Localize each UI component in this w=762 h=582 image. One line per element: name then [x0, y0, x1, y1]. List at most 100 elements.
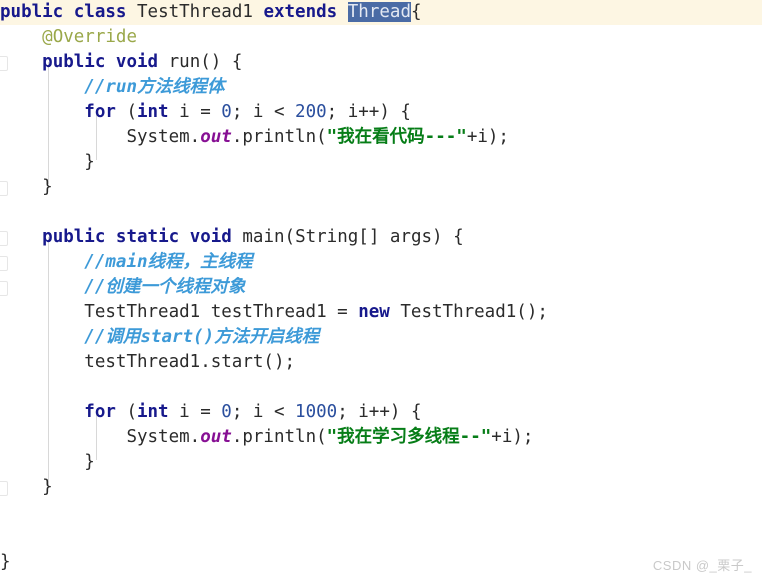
code-token-plain: System.: [126, 127, 201, 147]
code-line[interactable]: System.out.println("我在看代码---"+i);: [0, 125, 762, 150]
code-editor[interactable]: public class TestThread1 extends Thread{…: [0, 0, 762, 582]
code-token-plain: +i);: [491, 427, 534, 447]
code-token-num: 200: [295, 102, 327, 122]
code-token-cmt: //main线程，主线程: [84, 252, 253, 272]
code-line[interactable]: //调用start()方法开启线程: [0, 325, 762, 350]
code-token-plain: i =: [168, 402, 222, 422]
code-token-kw: for: [84, 402, 116, 422]
code-line[interactable]: System.out.println("我在学习多线程--"+i);: [0, 425, 762, 450]
code-token-plain: }: [84, 152, 95, 172]
code-token-ind: [0, 427, 126, 447]
code-token-ident: TestThread1: [137, 2, 253, 22]
code-line[interactable]: //创建一个线程对象: [0, 275, 762, 300]
code-token-ind: [0, 227, 42, 247]
code-token-plain: }: [42, 177, 53, 197]
code-token-ind: [0, 252, 84, 272]
code-line[interactable]: //main线程，主线程: [0, 250, 762, 275]
code-line[interactable]: for (int i = 0; i < 200; i++) {: [0, 100, 762, 125]
code-token-cmt: //调用start()方法开启线程: [84, 327, 320, 347]
code-line[interactable]: TestThread1 testThread1 = new TestThread…: [0, 300, 762, 325]
code-token-plain: run() {: [168, 52, 243, 72]
code-token-kw: class: [73, 2, 127, 22]
code-token-kw: static: [115, 227, 180, 247]
code-token-ind: [0, 52, 42, 72]
code-token-kw: void: [115, 52, 159, 72]
code-token-num: 1000: [295, 402, 338, 422]
code-token-plain: .println(: [231, 127, 327, 147]
code-token-cmt: //run方法线程体: [84, 77, 225, 97]
code-token-kw: extends: [263, 2, 338, 22]
code-line[interactable]: [0, 500, 762, 525]
code-token-plain: ; i++) {: [326, 102, 411, 122]
code-token-ind: [0, 102, 84, 122]
code-token-plain: .println(: [231, 427, 327, 447]
code-token-ind: [0, 327, 84, 347]
code-line[interactable]: [0, 200, 762, 225]
code-line[interactable]: public class TestThread1 extends Thread{: [0, 0, 762, 25]
code-token-anno: @Override: [42, 27, 137, 47]
code-token-plain: ; i <: [231, 102, 296, 122]
code-token-plain: {: [410, 2, 422, 22]
csdn-watermark: CSDN @_栗子_: [652, 558, 752, 573]
code-token-kw: public: [0, 2, 64, 22]
code-token-plain: +i);: [466, 127, 509, 147]
code-token-plain: ; i <: [231, 402, 296, 422]
code-line[interactable]: public static void main(String[] args) {: [0, 225, 762, 250]
code-token-cmt: //创建一个线程对象: [84, 277, 246, 297]
code-token-plain: testThread1.start();: [84, 352, 296, 372]
code-line[interactable]: }: [0, 175, 762, 200]
code-line[interactable]: }: [0, 475, 762, 500]
code-line[interactable]: public void run() {: [0, 50, 762, 75]
code-token-kw: int: [136, 102, 169, 122]
code-token-str: "我在看代码---": [326, 127, 467, 147]
code-token-num: 0: [221, 102, 232, 122]
code-token-ind: [0, 302, 84, 322]
code-token-ind: [0, 77, 84, 97]
code-token-ind: [0, 277, 84, 297]
code-token-ind: [0, 152, 84, 172]
code-line[interactable]: testThread1.start();: [0, 350, 762, 375]
code-token-ind: [0, 477, 42, 497]
code-line[interactable]: }: [0, 150, 762, 175]
code-token-kw: public: [42, 227, 106, 247]
code-token-str: "我在学习多线程--": [326, 427, 492, 447]
code-line[interactable]: }: [0, 450, 762, 475]
code-token-kw: new: [358, 302, 390, 322]
code-token-plain: ; i++) {: [337, 402, 422, 422]
code-token-num: 0: [221, 402, 232, 422]
code-token-plain: (: [115, 402, 137, 422]
code-line[interactable]: }: [0, 550, 762, 575]
code-token-kw: void: [189, 227, 232, 247]
code-line[interactable]: [0, 375, 762, 400]
code-token-ind: [0, 27, 42, 47]
code-token-ind: [0, 452, 84, 472]
code-token-plain: System.: [126, 427, 201, 447]
code-token-ind: [0, 177, 42, 197]
code-line[interactable]: [0, 525, 762, 550]
code-token-ind: [0, 352, 84, 372]
code-token-plain: i =: [168, 102, 222, 122]
code-token-kw: int: [136, 402, 169, 422]
code-line[interactable]: @Override: [0, 25, 762, 50]
code-token-field: out: [200, 127, 232, 147]
code-token-plain: (: [115, 102, 137, 122]
code-token-plain: }: [42, 477, 53, 497]
code-token-plain: TestThread1 testThread1 =: [84, 302, 359, 322]
code-line[interactable]: for (int i = 0; i < 1000; i++) {: [0, 400, 762, 425]
code-token-sel: Thread: [347, 2, 411, 22]
code-token-kw: for: [84, 102, 116, 122]
code-token-field: out: [200, 427, 232, 447]
code-token-plain: }: [84, 452, 95, 472]
code-token-ind: [0, 402, 84, 422]
code-line[interactable]: //run方法线程体: [0, 75, 762, 100]
code-token-plain: }: [0, 552, 11, 572]
